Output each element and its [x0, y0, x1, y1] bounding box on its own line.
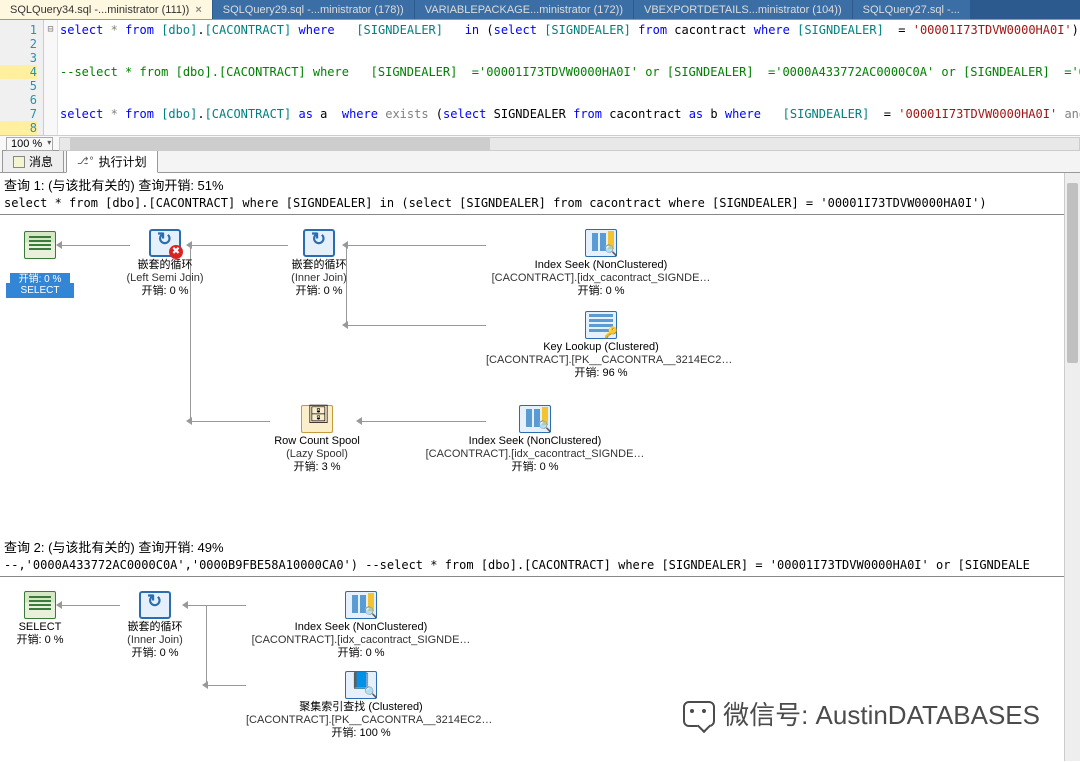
code-area[interactable]: select * from [dbo].[CACONTRACT] where [… — [58, 20, 1080, 135]
nested-loop-icon — [303, 229, 335, 257]
plan-node-index-seek[interactable]: Index Seek (NonClustered) [CACONTRACT].[… — [486, 229, 716, 298]
results-tab-strip: 消息 ⎇°执行计划 — [0, 151, 1080, 173]
horizontal-scrollbar[interactable] — [59, 137, 1080, 151]
plan-node-nested-loop[interactable]: 嵌套的循环 (Inner Join) 开销: 0 % — [274, 229, 364, 298]
document-tab[interactable]: VARIABLEPACKAGE...ministrator (172)) — [415, 0, 634, 19]
document-tab[interactable]: SQLQuery29.sql -...ministrator (178)) — [213, 0, 415, 19]
document-tab[interactable]: SQLQuery27.sql -... — [853, 0, 971, 19]
wechat-icon — [683, 701, 715, 727]
select-label: SELECT — [6, 283, 74, 298]
plan-node-nested-loop[interactable]: 嵌套的循环 (Inner Join) 开销: 0 % — [112, 591, 198, 660]
plan-node-clustered-seek[interactable]: 聚集索引查找 (Clustered) [CACONTRACT].[PK__CAC… — [246, 671, 476, 740]
plan-node-index-seek[interactable]: Index Seek (NonClustered) [CACONTRACT].[… — [246, 591, 476, 660]
query1-header: 查询 1: (与该批有关的) 查询开销: 51% — [0, 173, 1080, 196]
plan-node-nested-loop[interactable]: 嵌套的循环 (Left Semi Join) 开销: 0 % — [112, 229, 218, 298]
execution-plan-panel: 查询 1: (与该批有关的) 查询开销: 51% select * from [… — [0, 173, 1080, 761]
messages-icon — [13, 156, 25, 168]
fold-toggle-icon[interactable]: ⊟ — [44, 23, 57, 37]
plan1-canvas[interactable]: SELECT 开销: 0 % 嵌套的循环 (Left Semi Join) 开销… — [0, 215, 1080, 485]
zoom-dropdown[interactable]: 100 % — [6, 137, 53, 151]
scroll-thumb[interactable] — [70, 138, 490, 150]
document-tab[interactable]: SQLQuery34.sql -...ministrator (111))× — [0, 0, 213, 19]
index-seek-icon — [585, 229, 617, 257]
spool-icon — [301, 405, 333, 433]
plan-node-select[interactable]: SELECT 开销: 0 % — [10, 231, 70, 286]
execution-plan-tab[interactable]: ⎇°执行计划 — [66, 150, 158, 173]
plan-node-spool[interactable]: Row Count Spool (Lazy Spool) 开销: 3 % — [262, 405, 372, 474]
vertical-scrollbar[interactable] — [1064, 173, 1080, 761]
select-icon — [24, 591, 56, 619]
sql-editor[interactable]: 1 2 3 4 5 6 7 8 ⊟ select * from [dbo].[C… — [0, 20, 1080, 135]
clustered-seek-icon — [345, 671, 377, 699]
plan-node-index-seek[interactable]: Index Seek (NonClustered) [CACONTRACT].[… — [420, 405, 650, 474]
key-lookup-icon — [585, 311, 617, 339]
scroll-thumb[interactable] — [1067, 183, 1078, 363]
plan2-canvas[interactable]: SELECT 开销: 0 % 嵌套的循环 (Inner Join) 开销: 0 … — [0, 577, 1080, 761]
line-gutter: 1 2 3 4 5 6 7 8 — [0, 20, 44, 135]
plan-node-select[interactable]: SELECT 开销: 0 % — [10, 591, 70, 647]
messages-tab[interactable]: 消息 — [2, 150, 64, 172]
plan-node-key-lookup[interactable]: Key Lookup (Clustered) [CACONTRACT].[PK_… — [486, 311, 716, 380]
nested-loop-icon — [149, 229, 181, 257]
plan-icon: ⎇° — [77, 156, 95, 167]
nested-loop-icon — [139, 591, 171, 619]
fold-column[interactable]: ⊟ — [44, 20, 58, 135]
query1-sql: select * from [dbo].[CACONTRACT] where [… — [0, 196, 1080, 215]
editor-status-bar: 100 % — [0, 135, 1080, 151]
document-tab-strip: SQLQuery34.sql -...ministrator (111))× S… — [0, 0, 1080, 20]
close-tab-icon[interactable]: × — [195, 4, 201, 16]
index-seek-icon — [345, 591, 377, 619]
index-seek-icon — [519, 405, 551, 433]
document-tab[interactable]: VBEXPORTDETAILS...ministrator (104)) — [634, 0, 853, 19]
watermark: 微信号: AustinDATABASES — [683, 695, 1040, 732]
query2-sql: --,'0000A433772AC0000C0A','0000B9FBE58A1… — [0, 558, 1080, 577]
select-icon — [24, 231, 56, 259]
query2-header: 查询 2: (与该批有关的) 查询开销: 49% — [0, 535, 1080, 558]
